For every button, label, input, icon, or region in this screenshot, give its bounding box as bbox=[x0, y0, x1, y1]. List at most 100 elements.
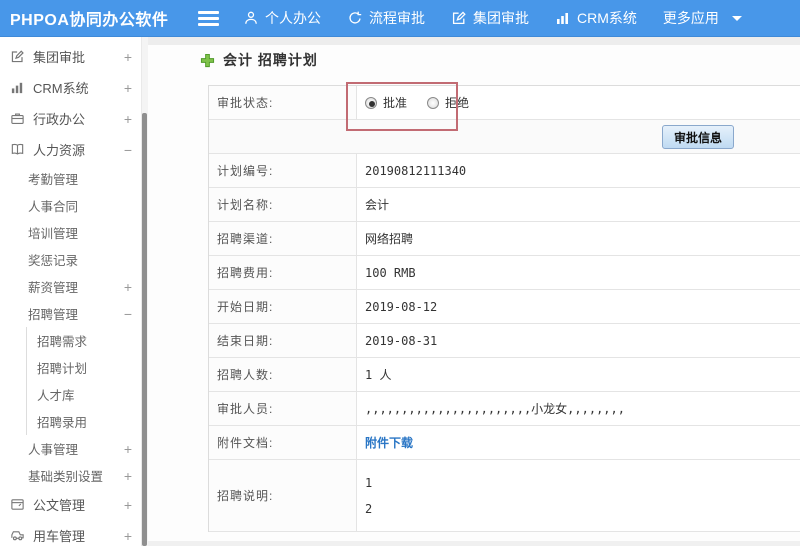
sidebar-item-label: 奖惩记录 bbox=[28, 254, 79, 268]
expand-toggle-icon[interactable]: + bbox=[124, 441, 132, 457]
sidebar-item-vehicle-mgmt[interactable]: 用车管理 + bbox=[0, 520, 148, 546]
sidebar-item-talent-pool[interactable]: 人才库 bbox=[26, 381, 148, 408]
attachment-download-link[interactable]: 附件下载 bbox=[365, 434, 413, 451]
nav-item-label: 集团审批 bbox=[473, 10, 529, 26]
field-value: 100 RMB bbox=[365, 265, 416, 280]
field-label: 审批人员: bbox=[209, 392, 357, 425]
sidebar-item-personnel-mgmt[interactable]: 人事管理 + bbox=[0, 435, 148, 462]
field-label: 开始日期: bbox=[209, 290, 357, 323]
radio-label: 批准 bbox=[383, 96, 408, 110]
field-label: 附件文档: bbox=[209, 426, 357, 459]
sidebar-item-label: 薪资管理 bbox=[28, 281, 79, 295]
form-row-headcount: 招聘人数: 1 人 bbox=[209, 358, 800, 392]
sidebar-item-label: 集团审批 bbox=[33, 50, 86, 65]
sidebar-item-group-approval[interactable]: 集团审批 + bbox=[0, 41, 148, 72]
description-line: 2 bbox=[365, 501, 373, 516]
approval-status-radio-group: 批准 拒绝 bbox=[365, 94, 469, 111]
sidebar-item-base-category[interactable]: 基础类别设置 + bbox=[0, 462, 148, 489]
sidebar-item-attendance-mgmt[interactable]: 考勤管理 bbox=[0, 165, 148, 192]
radio-selected-icon[interactable] bbox=[365, 96, 377, 109]
book-icon bbox=[10, 142, 25, 157]
caret-down-icon bbox=[731, 15, 742, 21]
sidebar-item-recruit-hire[interactable]: 招聘录用 bbox=[26, 408, 148, 435]
sidebar-item-human-resources[interactable]: 人力资源 − bbox=[0, 134, 148, 165]
form-row-end-date: 结束日期: 2019-08-31 bbox=[209, 324, 800, 358]
radio-option-reject[interactable]: 拒绝 bbox=[427, 94, 469, 111]
sidebar-item-label: 招聘管理 bbox=[28, 308, 79, 322]
edit-icon bbox=[451, 10, 467, 26]
sidebar-item-label: 培训管理 bbox=[28, 227, 79, 241]
field-label: 招聘费用: bbox=[209, 256, 357, 289]
expand-toggle-icon[interactable]: + bbox=[124, 468, 132, 484]
sidebar-item-recruit-mgmt[interactable]: 招聘管理 − bbox=[0, 300, 148, 327]
field-label: 计划编号: bbox=[209, 154, 357, 187]
field-value: 会计 bbox=[365, 198, 390, 212]
sidebar-item-label: 招聘录用 bbox=[37, 416, 88, 430]
main-content: 会计 招聘计划 审批状态: 批准 拒绝 审批信息 计划编号: 20190812111… bbox=[148, 37, 800, 546]
page-title: 会计 招聘计划 bbox=[223, 52, 318, 68]
sidebar-item-label: 用车管理 bbox=[33, 529, 86, 544]
nav-item-label: 流程审批 bbox=[369, 10, 425, 26]
add-icon bbox=[200, 53, 215, 68]
sidebar-item-label: 考勤管理 bbox=[28, 173, 79, 187]
form-row-description: 招聘说明: 1 2 bbox=[209, 460, 800, 532]
sidebar-item-salary-mgmt[interactable]: 薪资管理 + bbox=[0, 273, 148, 300]
nav-item-group-approval[interactable]: 集团审批 bbox=[451, 8, 529, 28]
form-row-plan-number: 计划编号: 20190812111340 bbox=[209, 154, 800, 188]
top-navbar: PHPOA协同办公软件 个人办公 流程审批 集团审批 CRM系统 更多应用 bbox=[0, 0, 800, 37]
form-row-cost: 招聘费用: 100 RMB bbox=[209, 256, 800, 290]
sidebar-item-recruit-demand[interactable]: 招聘需求 bbox=[26, 327, 148, 354]
form-row-approval-status: 审批状态: 批准 拒绝 bbox=[209, 86, 800, 120]
field-value: 网络招聘 bbox=[365, 232, 414, 246]
expand-toggle-icon[interactable]: − bbox=[124, 142, 132, 158]
form-row-channel: 招聘渠道: 网络招聘 bbox=[209, 222, 800, 256]
chart-icon bbox=[555, 10, 571, 26]
content-top-strip bbox=[148, 37, 800, 45]
approval-status-label: 审批状态: bbox=[209, 86, 357, 119]
expand-toggle-icon[interactable]: + bbox=[124, 279, 132, 295]
sidebar-item-recruit-plan[interactable]: 招聘计划 bbox=[26, 354, 148, 381]
sidebar-item-reward-punish[interactable]: 奖惩记录 bbox=[0, 246, 148, 273]
field-value: 1 人 bbox=[365, 368, 392, 382]
radio-option-approve[interactable]: 批准 bbox=[365, 94, 407, 111]
menu-toggle-icon[interactable] bbox=[198, 10, 219, 26]
approval-info-button[interactable]: 审批信息 bbox=[661, 125, 734, 149]
form-row-plan-name: 计划名称: 会计 bbox=[209, 188, 800, 222]
content-bottom-strip bbox=[148, 541, 800, 546]
nav-item-personal-office[interactable]: 个人办公 bbox=[243, 8, 321, 28]
nav-item-label: CRM系统 bbox=[577, 10, 637, 26]
nav-item-label: 更多应用 bbox=[662, 10, 719, 26]
radio-unselected-icon[interactable] bbox=[427, 96, 440, 109]
sidebar-item-label: CRM系统 bbox=[33, 81, 89, 96]
breadcrumb: 会计 招聘计划 bbox=[200, 50, 318, 70]
nav-item-workflow-approval[interactable]: 流程审批 bbox=[347, 8, 425, 28]
expand-toggle-icon[interactable]: + bbox=[124, 49, 132, 65]
doc-icon bbox=[10, 497, 25, 512]
sidebar-scrollbar-thumb[interactable] bbox=[142, 113, 147, 546]
sidebar-item-document-mgmt[interactable]: 公文管理 + bbox=[0, 489, 148, 520]
briefcase-icon bbox=[10, 111, 25, 126]
radio-label: 拒绝 bbox=[445, 96, 470, 110]
sidebar-item-admin-office[interactable]: 行政办公 + bbox=[0, 103, 148, 134]
chart-icon bbox=[10, 80, 25, 95]
expand-toggle-icon[interactable]: + bbox=[124, 497, 132, 513]
expand-toggle-icon[interactable]: − bbox=[124, 306, 132, 322]
nav-item-more-apps[interactable]: 更多应用 bbox=[663, 8, 742, 28]
user-icon bbox=[243, 10, 259, 26]
sidebar: 集团审批 + CRM系统 + 行政办公 + 人力资源 − 考勤管理 人事合同 培训管理 奖惩记录 薪资管… bbox=[0, 37, 148, 546]
sidebar-item-label: 人事管理 bbox=[28, 443, 79, 457]
sidebar-item-hr-contract[interactable]: 人事合同 bbox=[0, 192, 148, 219]
expand-toggle-icon[interactable]: + bbox=[124, 111, 132, 127]
field-label: 招聘人数: bbox=[209, 358, 357, 391]
sidebar-item-crm-system[interactable]: CRM系统 + bbox=[0, 72, 148, 103]
expand-toggle-icon[interactable]: + bbox=[124, 528, 132, 544]
field-value: 2019-08-31 bbox=[365, 333, 438, 348]
description-line: 1 bbox=[365, 475, 373, 490]
sidebar-item-label: 公文管理 bbox=[33, 498, 86, 513]
process-icon bbox=[347, 10, 363, 26]
form-row-submit: 审批信息 bbox=[209, 120, 800, 154]
expand-toggle-icon[interactable]: + bbox=[124, 80, 132, 96]
sidebar-item-training-mgmt[interactable]: 培训管理 bbox=[0, 219, 148, 246]
form-row-start-date: 开始日期: 2019-08-12 bbox=[209, 290, 800, 324]
nav-item-crm-system[interactable]: CRM系统 bbox=[555, 8, 637, 28]
